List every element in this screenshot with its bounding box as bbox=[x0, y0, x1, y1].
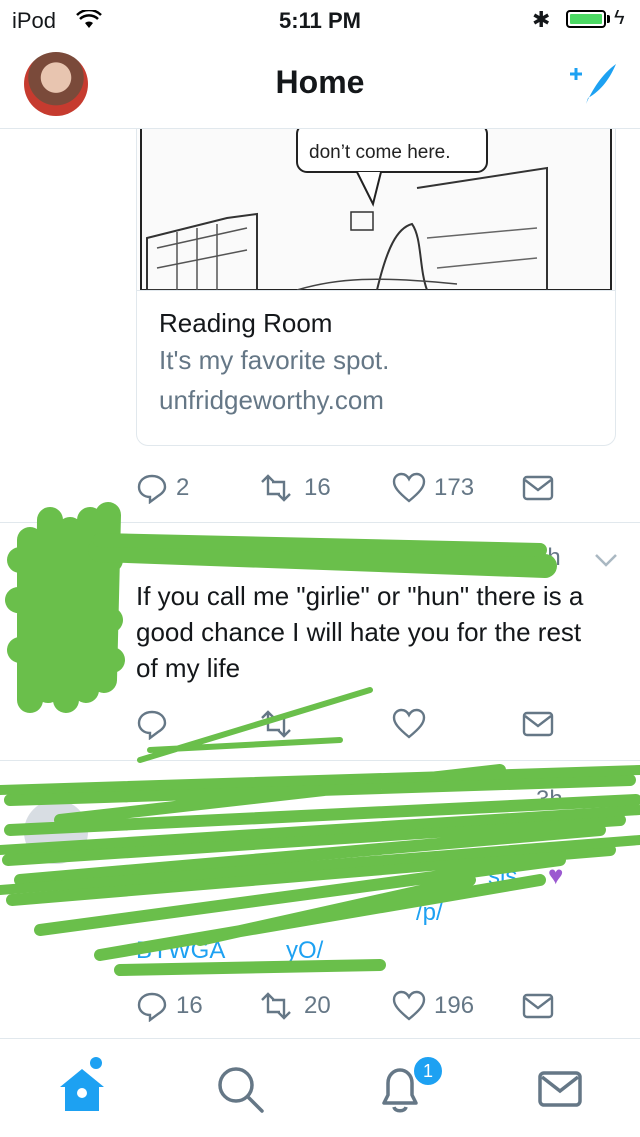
retweet-icon bbox=[261, 710, 291, 738]
direct-message-button[interactable] bbox=[522, 466, 554, 510]
card-image: don’t come here. bbox=[137, 128, 615, 291]
tweet-author-avatar[interactable] bbox=[24, 556, 88, 620]
page-title: Home bbox=[275, 64, 365, 100]
compose-tweet-icon[interactable] bbox=[566, 60, 618, 108]
tweet-text: If you call me "girlie" or "hun" there i… bbox=[136, 581, 584, 683]
retweet-button[interactable]: 16 bbox=[256, 466, 331, 510]
retweet-count: 16 bbox=[304, 474, 331, 501]
search-icon[interactable] bbox=[210, 1059, 270, 1119]
reply-icon bbox=[137, 992, 167, 1022]
purple-heart-emoji: ♥ bbox=[548, 860, 564, 890]
link-fragment[interactable]: yO/ bbox=[286, 934, 323, 968]
heart-icon bbox=[392, 472, 426, 503]
hashtag-fragment[interactable]: sis bbox=[488, 860, 517, 894]
tweet-divider bbox=[0, 760, 640, 761]
like-count: 196 bbox=[434, 992, 475, 1019]
like-count: 173 bbox=[434, 474, 475, 501]
tweet-actions: 16 20 196 bbox=[136, 984, 616, 1028]
link-fragment[interactable]: /p/ bbox=[416, 896, 443, 930]
tweet-divider bbox=[0, 522, 640, 523]
retweet-count: 20 bbox=[304, 992, 331, 1019]
reply-button[interactable]: 2 bbox=[136, 466, 189, 510]
reply-count: 16 bbox=[176, 992, 203, 1019]
retweet-button[interactable] bbox=[256, 702, 304, 746]
retweet-icon bbox=[261, 474, 291, 502]
like-button[interactable] bbox=[392, 702, 434, 746]
heart-icon bbox=[392, 708, 426, 739]
retweet-icon bbox=[261, 992, 291, 1020]
like-button[interactable]: 173 bbox=[392, 466, 474, 510]
battery-tip bbox=[607, 15, 610, 23]
notifications-badge: 1 bbox=[412, 1055, 444, 1087]
envelope-icon bbox=[522, 711, 554, 737]
card-description: It's my favorite spot. bbox=[159, 345, 390, 375]
charging-icon: ϟ bbox=[614, 7, 625, 29]
card-title: Reading Room bbox=[159, 308, 333, 338]
envelope-icon bbox=[522, 993, 554, 1019]
envelope-icon bbox=[522, 475, 554, 501]
card-domain: unfridgeworthy.com bbox=[159, 385, 384, 415]
bluetooth-icon: ✱ bbox=[532, 7, 551, 32]
card-image-caption: don’t come here. bbox=[309, 142, 451, 163]
heart-icon bbox=[392, 990, 426, 1021]
reply-count: 2 bbox=[176, 474, 190, 501]
tweet-author-avatar[interactable] bbox=[24, 800, 88, 864]
retweet-button[interactable]: 20 bbox=[256, 984, 331, 1028]
direct-message-button[interactable] bbox=[522, 984, 554, 1028]
tweet-actions: 2 16 173 bbox=[136, 466, 616, 510]
reply-icon bbox=[137, 710, 167, 740]
reply-button[interactable] bbox=[136, 702, 176, 746]
tweet-actions bbox=[136, 702, 616, 746]
tweet-timestamp: 3h bbox=[536, 786, 563, 813]
link-fragment[interactable]: BYWGA bbox=[136, 934, 225, 968]
battery-icon bbox=[566, 10, 606, 28]
link-card[interactable]: don’t come here. Reading Room It's my fa… bbox=[136, 128, 616, 446]
home-icon[interactable] bbox=[52, 1059, 112, 1119]
like-button[interactable]: 196 bbox=[392, 984, 474, 1028]
tweet-timestamp: 3h bbox=[534, 544, 561, 571]
reply-button[interactable]: 16 bbox=[136, 984, 203, 1028]
nav-bar: Home bbox=[0, 40, 640, 129]
tab-bar: 1 bbox=[0, 1038, 640, 1137]
direct-message-button[interactable] bbox=[522, 702, 554, 746]
status-bar: iPod 5:11 PM ✱ ϟ bbox=[0, 0, 640, 40]
messages-envelope-icon[interactable] bbox=[530, 1059, 590, 1119]
chevron-down-icon[interactable] bbox=[594, 552, 618, 568]
reply-icon bbox=[137, 474, 167, 504]
